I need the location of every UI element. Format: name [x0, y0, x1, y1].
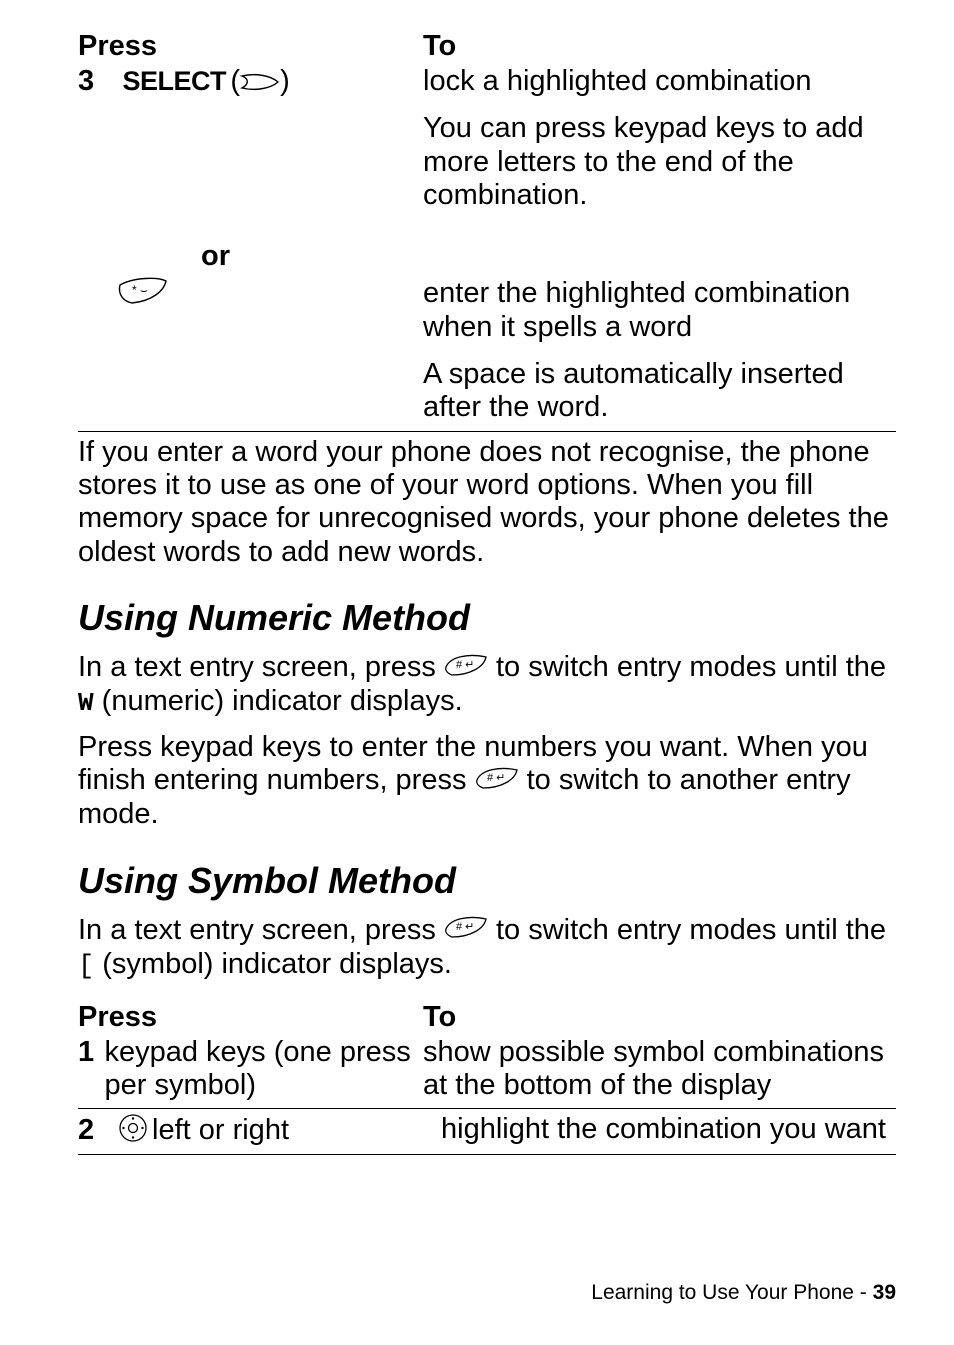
col-header-press: Press [78, 30, 157, 62]
step-number: 2 [78, 1114, 118, 1147]
col-header-to-2: To [423, 1001, 456, 1033]
nav-disc-icon [118, 1113, 148, 1148]
or-label: or [78, 240, 413, 273]
numeric-instruction-1: In a text entry screen, press # ↵ to swi… [78, 651, 896, 719]
page-footer: Learning to Use Your Phone - 39 [591, 1281, 896, 1305]
numeric-indicator-icon: W [78, 688, 94, 718]
divider [78, 431, 896, 432]
col-header-to: To [423, 30, 456, 62]
symbol-instruction: In a text entry screen, press # ↵ to swi… [78, 914, 896, 983]
svg-text:* ⌣: * ⌣ [132, 283, 148, 297]
heading-symbol-method: Using Symbol Method [78, 860, 896, 902]
hash-key-icon: # ↵ [444, 914, 488, 947]
heading-numeric-method: Using Numeric Method [78, 597, 896, 639]
paren-open: ( [230, 65, 240, 97]
unrecognised-word-note: If you enter a word your phone does not … [78, 436, 896, 569]
step-2-action: left or right [152, 1114, 289, 1147]
step-1-action: keypad keys (one press per symbol) [104, 1036, 413, 1103]
action-enter-word: enter the highlighted combination when i… [423, 277, 896, 344]
step-2-result: highlight the combination you want [423, 1113, 896, 1146]
select-softkey-label: SELECT [122, 66, 226, 96]
paren-close: ) [280, 65, 290, 97]
right-softkey-icon [240, 73, 280, 98]
note-add-letters: You can press keypad keys to add more le… [423, 112, 896, 212]
action-lock-combination: lock a highlighted combination [423, 65, 896, 98]
step-1-result: show possible symbol combinations at the… [423, 1036, 896, 1103]
symbol-indicator-icon: [ [78, 952, 94, 982]
note-space-inserted: A space is automatically inserted after … [423, 358, 896, 425]
star-key-icon: * ⌣ [118, 277, 168, 310]
divider [78, 1108, 896, 1109]
svg-text:# ↵: # ↵ [456, 921, 474, 933]
col-header-press-2: Press [78, 1001, 157, 1033]
hash-key-icon: # ↵ [444, 652, 488, 685]
step-number: 3 [78, 65, 118, 98]
hash-key-icon: # ↵ [475, 765, 519, 798]
svg-text:# ↵: # ↵ [456, 659, 474, 671]
divider [78, 1154, 896, 1155]
step-number: 1 [78, 1036, 104, 1103]
numeric-instruction-2: Press keypad keys to enter the numbers y… [78, 731, 896, 832]
svg-text:# ↵: # ↵ [487, 772, 505, 784]
